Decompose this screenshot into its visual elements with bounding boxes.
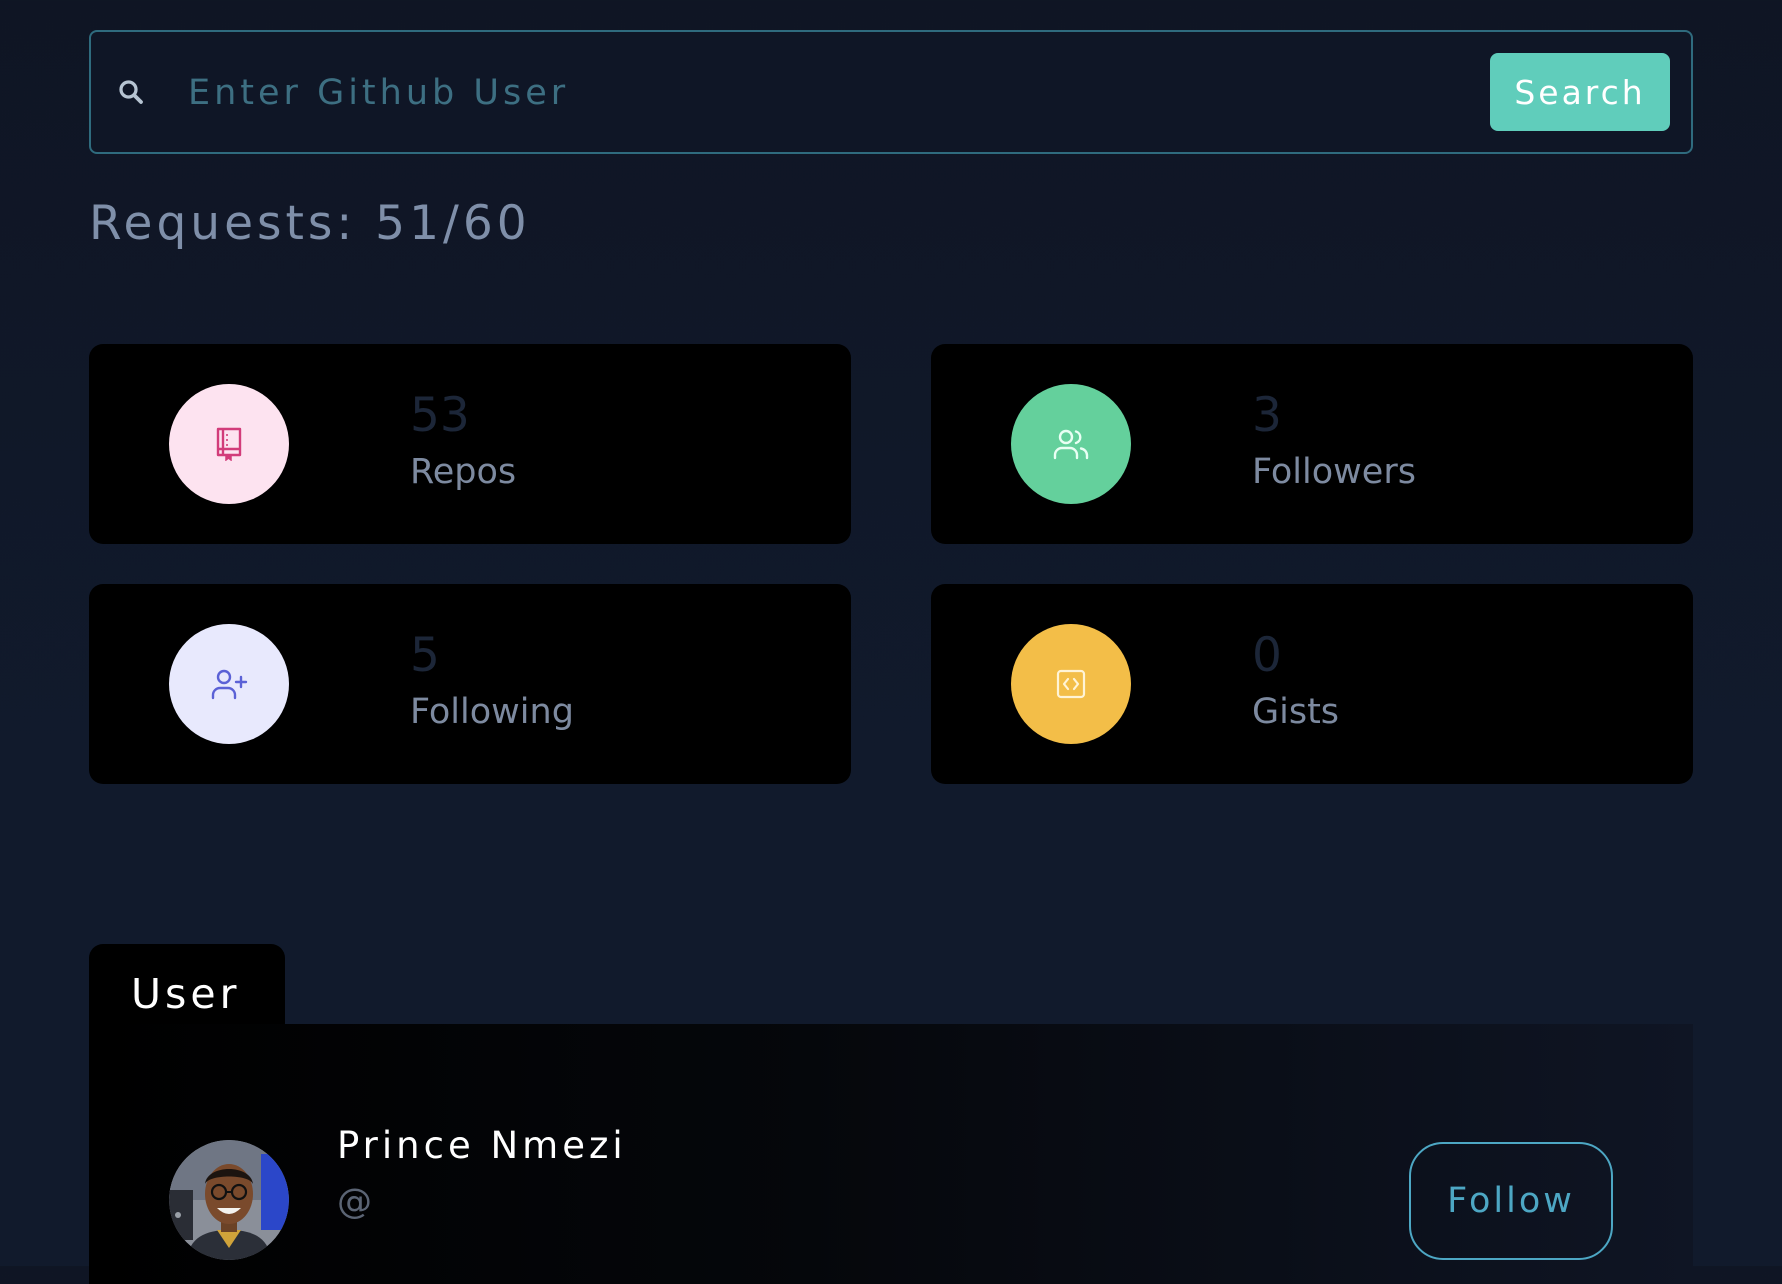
following-label: Following (410, 692, 574, 732)
code-icon (1056, 669, 1086, 699)
search-bar: Search (89, 30, 1693, 154)
avatar-photo (169, 1140, 289, 1260)
avatar (169, 1140, 289, 1260)
search-input[interactable] (186, 60, 1190, 126)
requests-counter: Requests: 51/60 (89, 196, 531, 251)
followers-label: Followers (1252, 452, 1416, 492)
search-icon (119, 80, 143, 104)
gists-count: 0 (1252, 628, 1282, 683)
stat-card-gists: 0 Gists (931, 584, 1693, 784)
followers-icon-circle (1011, 384, 1131, 504)
stat-card-following: 5 Following (89, 584, 851, 784)
following-icon-circle (169, 624, 289, 744)
gists-label: Gists (1252, 692, 1340, 732)
repos-count: 53 (410, 388, 470, 443)
stat-card-repos: 53 Repos (89, 344, 851, 544)
following-count: 5 (410, 628, 440, 683)
user-plus-icon (211, 669, 248, 700)
repo-book-icon (216, 427, 242, 461)
follow-button[interactable]: Follow (1409, 1142, 1613, 1260)
stat-card-followers: 3 Followers (931, 344, 1693, 544)
repos-label: Repos (410, 452, 517, 492)
repos-icon-circle (169, 384, 289, 504)
user-card: Prince Nmezi @ Follow (89, 1024, 1693, 1284)
gists-icon-circle (1011, 624, 1131, 744)
search-button[interactable]: Search (1490, 53, 1670, 131)
user-name: Prince Nmezi (337, 1124, 627, 1167)
user-tab: User (89, 944, 285, 1034)
users-icon (1053, 429, 1089, 460)
user-handle: @ (337, 1182, 372, 1222)
followers-count: 3 (1252, 388, 1282, 443)
user-tab-label: User (131, 970, 241, 1018)
